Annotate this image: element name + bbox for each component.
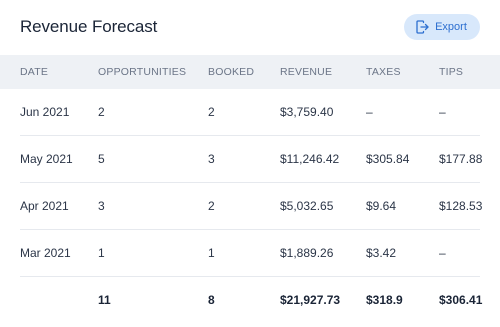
- cell-revenue: $3,759.40: [280, 105, 334, 119]
- cell-tips: $177.88: [439, 152, 483, 166]
- column-header-booked[interactable]: BOOKED: [208, 55, 254, 89]
- export-button[interactable]: Export: [404, 14, 480, 40]
- table-header: DATE OPPORTUNITIES BOOKED REVENUE TAXES …: [0, 55, 500, 89]
- cell-tips: –: [439, 105, 446, 119]
- export-icon: [415, 20, 429, 34]
- table-row[interactable]: Jun 2021 2 2 $3,759.40 – –: [0, 89, 500, 136]
- cell-opportunities: 3: [98, 199, 105, 213]
- total-booked: 8: [208, 293, 215, 307]
- cell-taxes: $305.84: [366, 152, 410, 166]
- cell-opportunities: 5: [98, 152, 105, 166]
- cell-taxes: $3.42: [366, 246, 397, 260]
- total-opportunities: 11: [98, 293, 111, 307]
- cell-revenue: $1,889.26: [280, 246, 334, 260]
- cell-date: Jun 2021: [20, 105, 70, 119]
- cell-booked: 1: [208, 246, 215, 260]
- cell-tips: –: [439, 246, 446, 260]
- page-title: Revenue Forecast: [20, 17, 158, 36]
- column-header-taxes[interactable]: TAXES: [366, 55, 401, 89]
- column-header-revenue[interactable]: REVENUE: [280, 55, 332, 89]
- total-taxes: $318.9: [366, 293, 403, 307]
- total-tips: $306.41: [439, 293, 483, 307]
- cell-date: May 2021: [20, 152, 73, 166]
- totals-row: 11 8 $21,927.73 $318.9 $306.41: [0, 277, 500, 324]
- cell-taxes: –: [366, 105, 373, 119]
- table-row[interactable]: Apr 2021 3 2 $5,032.65 $9.64 $128.53: [0, 183, 500, 230]
- cell-booked: 3: [208, 152, 215, 166]
- table-row[interactable]: May 2021 5 3 $11,246.42 $305.84 $177.88: [0, 136, 500, 183]
- cell-date: Mar 2021: [20, 246, 71, 260]
- column-header-opportunities[interactable]: OPPORTUNITIES: [98, 55, 186, 89]
- cell-opportunities: 1: [98, 246, 105, 260]
- cell-date: Apr 2021: [20, 199, 69, 213]
- total-revenue: $21,927.73: [280, 293, 341, 307]
- cell-opportunities: 2: [98, 105, 105, 119]
- cell-revenue: $11,246.42: [280, 152, 340, 166]
- table-row[interactable]: Mar 2021 1 1 $1,889.26 $3.42 –: [0, 230, 500, 277]
- page-header: Revenue Forecast Export: [0, 0, 500, 55]
- cell-revenue: $5,032.65: [280, 199, 334, 213]
- cell-tips: $128.53: [439, 199, 483, 213]
- cell-taxes: $9.64: [366, 199, 397, 213]
- column-header-tips[interactable]: TIPS: [439, 55, 463, 89]
- cell-booked: 2: [208, 199, 215, 213]
- column-header-date[interactable]: DATE: [20, 55, 48, 89]
- export-button-label: Export: [435, 21, 467, 33]
- cell-booked: 2: [208, 105, 215, 119]
